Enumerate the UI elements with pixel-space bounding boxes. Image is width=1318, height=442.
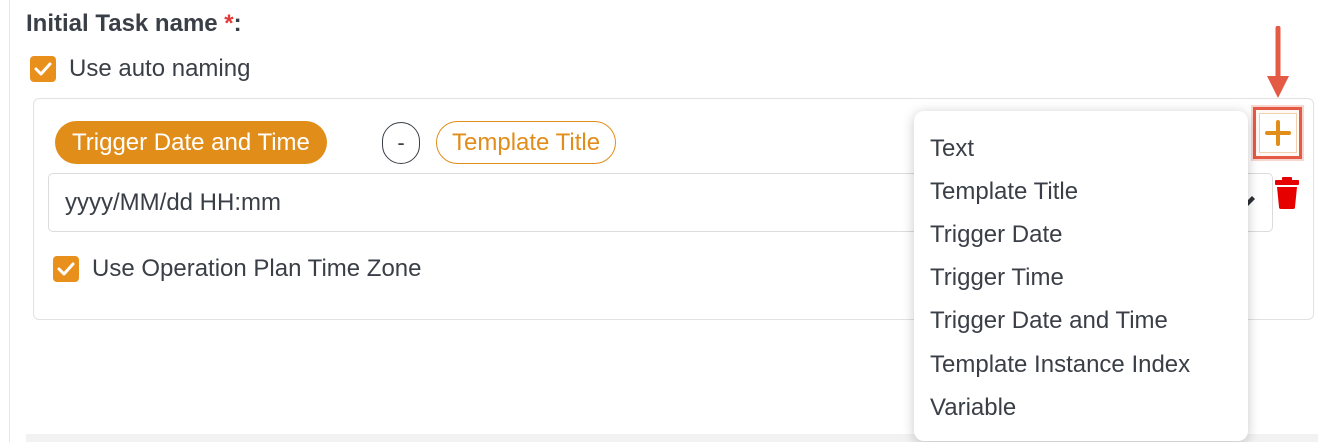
menu-item-variable[interactable]: Variable xyxy=(914,386,1248,429)
menu-item-text[interactable]: Text xyxy=(914,127,1248,170)
label-text: Initial Task name xyxy=(26,10,225,37)
menu-item-template-instance-index[interactable]: Template Instance Index xyxy=(914,343,1248,386)
chip-separator[interactable]: - xyxy=(382,122,420,164)
menu-item-trigger-date[interactable]: Trigger Date xyxy=(914,213,1248,256)
initial-task-name-label: Initial Task name *: xyxy=(26,10,242,38)
required-mark: * xyxy=(224,10,234,37)
label-colon: : xyxy=(233,10,242,37)
chip-trigger-date-and-time[interactable]: Trigger Date and Time xyxy=(55,121,327,164)
menu-item-template-title[interactable]: Template Title xyxy=(914,170,1248,213)
plus-icon xyxy=(1264,120,1291,146)
time-zone-checkbox[interactable] xyxy=(53,256,79,282)
auto-naming-checkbox-row[interactable]: Use auto naming xyxy=(30,55,250,83)
auto-naming-checkbox[interactable] xyxy=(30,56,56,82)
checkmark-icon xyxy=(34,62,52,76)
auto-naming-label: Use auto naming xyxy=(69,55,251,82)
add-button-inner xyxy=(1258,113,1297,153)
time-zone-label: Use Operation Plan Time Zone xyxy=(92,255,422,282)
menu-item-trigger-time[interactable]: Trigger Time xyxy=(914,257,1248,300)
add-part-dropdown-menu: Text Template Title Trigger Date Trigger… xyxy=(914,111,1248,441)
time-zone-checkbox-row[interactable]: Use Operation Plan Time Zone xyxy=(53,255,422,283)
checkmark-icon xyxy=(57,262,75,276)
left-divider xyxy=(9,0,10,442)
chip-template-title[interactable]: Template Title xyxy=(436,121,617,164)
menu-item-trigger-date-and-time[interactable]: Trigger Date and Time xyxy=(914,300,1248,343)
add-name-part-button[interactable] xyxy=(1253,107,1302,159)
arrow-down-icon xyxy=(1267,26,1289,98)
trash-icon[interactable] xyxy=(1274,177,1300,209)
